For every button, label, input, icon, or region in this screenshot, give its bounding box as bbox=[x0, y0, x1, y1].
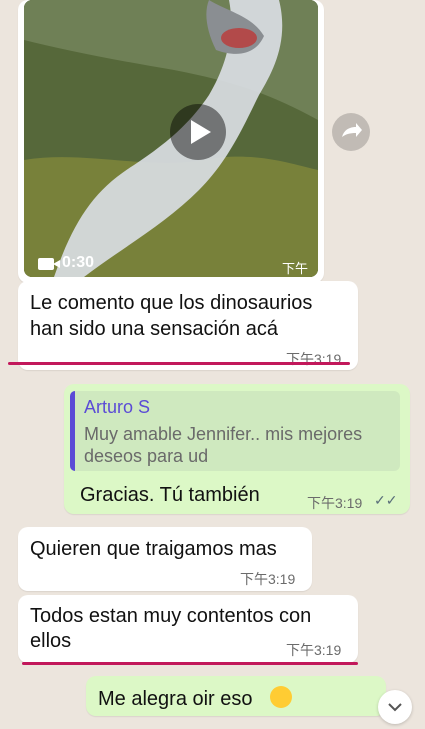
smile-emoji-icon bbox=[270, 686, 292, 708]
message-timestamp: 下午3:19 bbox=[240, 571, 296, 587]
chevron-down-icon[interactable] bbox=[378, 690, 412, 724]
message-text-line2: ellos bbox=[30, 630, 72, 652]
video-camera-icon bbox=[38, 258, 60, 270]
message-text-line1: Todos estan muy contentos con bbox=[30, 605, 312, 627]
message-text: Quieren que traigamos mas bbox=[30, 538, 277, 560]
message-text: Gracias. Tú también bbox=[80, 484, 260, 506]
video-message[interactable]: 0:30 下午3:18 bbox=[18, 0, 324, 283]
quote-text: Muy amable Jennifer.. mis mejores deseos… bbox=[84, 423, 394, 467]
quoted-message[interactable]: Arturo S Muy amable Jennifer.. mis mejor… bbox=[70, 391, 400, 471]
double-check-icon: ✓✓ bbox=[374, 492, 398, 508]
message-text-line2: han sido una sensación acá bbox=[30, 318, 278, 340]
video-duration: 0:30 bbox=[62, 254, 95, 271]
outgoing-message[interactable]: Me alegra oir eso bbox=[86, 676, 386, 716]
video-timestamp: 下午3:18 bbox=[282, 261, 309, 276]
quote-bar bbox=[70, 391, 75, 471]
message-timestamp: 下午3:19 bbox=[286, 642, 342, 658]
quote-text-line2: deseos para ud bbox=[84, 446, 209, 466]
message-timestamp: 下午3:19 bbox=[286, 351, 342, 367]
message-timestamp: 下午3:19 bbox=[307, 495, 363, 511]
underline-mark bbox=[22, 662, 358, 665]
incoming-message[interactable]: Quieren que traigamos mas 下午3:19 bbox=[18, 527, 312, 591]
message-text: Me alegra oir eso bbox=[98, 688, 253, 710]
quote-author: Arturo S bbox=[84, 397, 151, 417]
play-icon[interactable] bbox=[170, 104, 226, 160]
incoming-message[interactable]: Le comento que los dinosaurios han sido … bbox=[18, 281, 358, 370]
video-thumbnail[interactable]: 0:30 下午3:18 bbox=[24, 0, 318, 277]
message-text-line1: Le comento que los dinosaurios bbox=[30, 292, 313, 314]
incoming-message[interactable]: Todos estan muy contentos con ellos 下午3:… bbox=[18, 595, 358, 663]
forward-icon[interactable] bbox=[332, 113, 370, 151]
chat-thread: 0:30 下午3:18 Le comento que los dinosauri… bbox=[0, 0, 425, 724]
quote-text-line1: Muy amable Jennifer.. mis mejores bbox=[84, 424, 363, 444]
underline-mark bbox=[8, 362, 350, 365]
